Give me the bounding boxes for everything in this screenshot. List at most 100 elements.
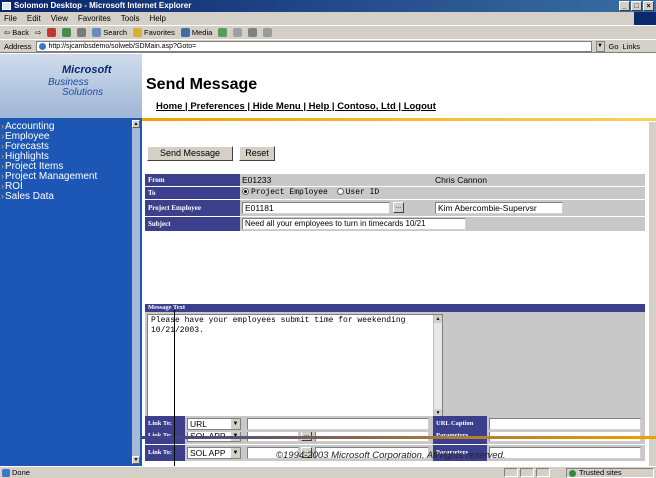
to-label: To	[145, 187, 240, 199]
page-icon	[2, 469, 10, 477]
windows-logo-icon	[634, 12, 656, 25]
links-button[interactable]: Links	[623, 42, 641, 51]
menu-help[interactable]: Help	[149, 14, 165, 23]
link-to-label: Link To:	[145, 416, 185, 432]
address-bar: Address http://sjcambsdemo/solweb/SDMain…	[0, 39, 656, 53]
status-cells	[504, 468, 550, 477]
footer-divider	[142, 436, 656, 439]
project-employee-row: Project Employee E01181 ... Kim Abercomb…	[145, 200, 645, 216]
subject-row: Subject Need all your employees to turn …	[145, 217, 645, 231]
address-input[interactable]: http://sjcambsdemo/solweb/SDMain.asp?Got…	[35, 40, 592, 52]
address-label: Address	[4, 41, 32, 51]
menu-bar: File Edit View Favorites Tools Help	[0, 12, 656, 25]
send-message-button[interactable]: Send Message	[147, 146, 233, 161]
subject-input[interactable]: Need all your employees to turn in timec…	[242, 218, 466, 230]
nav-hide-menu[interactable]: Hide Menu	[253, 101, 301, 112]
history-icon[interactable]	[218, 28, 228, 37]
url-input[interactable]	[247, 418, 429, 430]
nav-preferences[interactable]: Preferences	[190, 101, 244, 112]
menu-tools[interactable]: Tools	[121, 14, 140, 23]
lookup-button[interactable]: ...	[393, 202, 404, 213]
menu-edit[interactable]: Edit	[27, 14, 41, 23]
search-icon	[92, 28, 102, 37]
link-row: Link To: URL ▼ URL Caption	[145, 416, 645, 432]
chevron-down-icon: ▼	[231, 448, 240, 458]
link-to-select-value: SOL APP	[190, 448, 226, 458]
print-icon[interactable]	[248, 28, 258, 37]
security-zone: Trusted sites	[566, 468, 654, 478]
main-header: Send Message Home | Preferences | Hide M…	[142, 54, 656, 118]
url-caption-label: URL Caption	[433, 416, 487, 432]
project-employee-input[interactable]: E01181	[242, 202, 390, 214]
forward-button[interactable]: ⇨	[35, 28, 41, 37]
stop-icon[interactable]	[47, 28, 57, 37]
minimize-button[interactable]: _	[619, 1, 630, 11]
url-caption-input[interactable]	[489, 418, 641, 430]
nav-help[interactable]: Help	[309, 101, 330, 112]
page-scrollbar[interactable]	[649, 122, 656, 466]
back-label: Back	[12, 28, 29, 37]
page-title: Send Message	[146, 76, 258, 93]
scroll-up-icon[interactable]: ▲	[132, 120, 140, 128]
to-options: Project Employee User ID	[242, 187, 379, 199]
top-nav: Home | Preferences | Hide Menu | Help | …	[156, 101, 436, 112]
scroll-up-icon[interactable]: ▲	[434, 315, 442, 323]
forward-arrow-icon: ⇨	[34, 28, 42, 37]
menu-favorites[interactable]: Favorites	[78, 14, 111, 23]
sidebar-item-sales-data[interactable]: Sales Data	[1, 191, 54, 202]
logo-solutions: Solutions	[62, 87, 104, 98]
textarea-scrollbar[interactable]: ▲ ▼	[433, 315, 442, 417]
search-button[interactable]: Search	[92, 28, 127, 37]
sidebar-nav: Accounting Employee Forecasts Highlights…	[0, 118, 142, 466]
from-row: From E01233 Chris Cannon	[145, 174, 645, 186]
radio-user-id-label: User ID	[345, 188, 380, 197]
sidebar-scrollbar[interactable]: ▲ ▼	[132, 120, 140, 464]
from-id: E01233	[242, 175, 272, 185]
text-cursor-icon	[174, 310, 175, 478]
project-employee-label: Project Employee	[145, 200, 240, 216]
refresh-icon[interactable]	[62, 28, 72, 37]
media-button[interactable]: Media	[180, 28, 213, 37]
send-message-form: Send Message Reset From E01233 Chris Can…	[145, 122, 645, 462]
menu-file[interactable]: File	[4, 14, 17, 23]
logo-area: Microsoft Business Solutions	[0, 54, 142, 118]
address-dropdown-icon[interactable]: ▼	[595, 40, 605, 52]
status-bar: Done Trusted sites	[0, 466, 656, 478]
chevron-down-icon: ▼	[231, 419, 240, 429]
go-button[interactable]: Go	[609, 42, 619, 51]
reset-button[interactable]: Reset	[239, 146, 275, 161]
message-text-label: Message Text	[145, 304, 645, 312]
radio-project-employee[interactable]	[242, 188, 249, 195]
nav-home[interactable]: Home	[156, 101, 182, 112]
media-label: Media	[191, 28, 213, 37]
home-icon[interactable]	[77, 28, 87, 37]
radio-user-id[interactable]	[336, 188, 344, 195]
radio-project-employee-label: Project Employee	[251, 188, 328, 197]
nav-logout[interactable]: Logout	[404, 101, 436, 112]
close-button[interactable]: ×	[643, 1, 654, 11]
scroll-down-icon[interactable]: ▼	[132, 456, 140, 464]
link-to-select[interactable]: SOL APP ▼	[187, 447, 241, 459]
window-titlebar: Solomon Desktop - Microsoft Internet Exp…	[0, 0, 656, 12]
footer-copyright: ©1994-2003 Microsoft Corporation. All ri…	[276, 450, 506, 461]
menu-view[interactable]: View	[51, 14, 68, 23]
subject-label: Subject	[145, 217, 240, 231]
app-icon	[2, 2, 11, 10]
parameters-input[interactable]	[489, 447, 641, 459]
message-textarea[interactable]: Please have your employees submit time f…	[147, 314, 443, 418]
favorites-button[interactable]: Favorites	[133, 28, 175, 37]
header-divider	[142, 118, 656, 121]
maximize-button[interactable]: □	[631, 1, 642, 11]
nav-company[interactable]: Contoso, Ltd	[337, 101, 396, 112]
mail-icon[interactable]	[233, 28, 243, 37]
back-arrow-icon: ⇦	[4, 28, 11, 37]
status-text: Done	[12, 468, 30, 477]
favorites-label: Favorites	[144, 28, 175, 37]
edit-icon[interactable]	[263, 28, 273, 37]
back-button[interactable]: ⇦ Back	[4, 28, 29, 37]
media-icon	[180, 28, 190, 37]
link-to-select[interactable]: URL ▼	[187, 418, 241, 430]
message-line-1: Please have your employees submit time f…	[151, 316, 406, 325]
logo-microsoft: Microsoft	[62, 64, 112, 76]
window-title: Solomon Desktop - Microsoft Internet Exp…	[14, 1, 192, 10]
